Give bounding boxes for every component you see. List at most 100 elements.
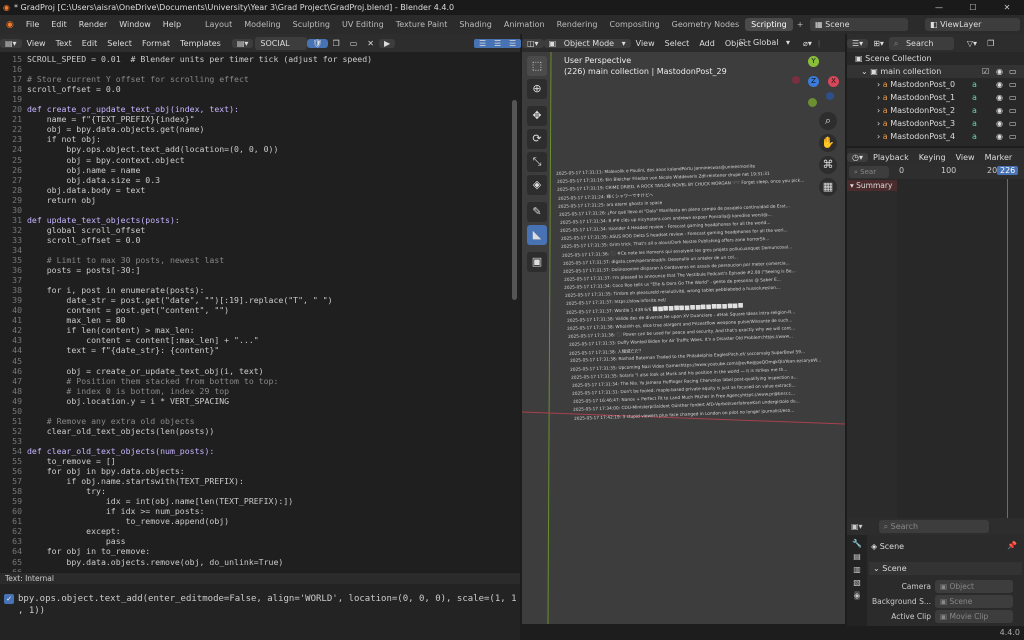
orientation-selector[interactable]: ⤧ Global ▾ bbox=[734, 38, 795, 48]
gizmo-x-icon[interactable]: X bbox=[828, 76, 839, 87]
mode-selector[interactable]: ▣ Object Mode ▾ bbox=[543, 38, 631, 48]
text-menu-edit[interactable]: Edit bbox=[77, 39, 103, 48]
text-menu-templates[interactable]: Templates bbox=[175, 39, 226, 48]
render-icon[interactable]: ▭ bbox=[1009, 91, 1017, 104]
add-workspace-button[interactable]: + bbox=[793, 20, 808, 29]
current-frame-indicator[interactable]: 226 bbox=[997, 166, 1019, 175]
code-line[interactable]: except: bbox=[27, 526, 121, 536]
scene-panel-header[interactable]: ⌄ Scene bbox=[869, 562, 1022, 575]
code-line[interactable]: # Remove any extra old objects bbox=[27, 416, 195, 426]
code-line[interactable]: obj.data.size = 0.3 bbox=[27, 175, 160, 185]
code-line[interactable]: SCROLL_SPEED = 0.01 # Blender units per … bbox=[27, 54, 372, 64]
timeline-search[interactable]: ⌕ Sear bbox=[849, 166, 889, 178]
tab-scripting[interactable]: Scripting bbox=[745, 18, 793, 31]
move-tool-icon[interactable]: ✥ bbox=[527, 106, 547, 126]
code-line[interactable]: for obj in bpy.data.objects: bbox=[27, 466, 185, 476]
code-line[interactable]: try: bbox=[27, 486, 106, 496]
code-line[interactable]: bpy.ops.object.text_add(location=(0, 0, … bbox=[27, 144, 278, 154]
filter-icon[interactable]: ▽▾ bbox=[962, 39, 982, 48]
scene-collection-row[interactable]: ▣ Scene Collection bbox=[847, 52, 1024, 65]
visibility-icon[interactable]: ◉ bbox=[996, 104, 1003, 117]
tab-sculpting[interactable]: Sculpting bbox=[287, 18, 336, 31]
code-line[interactable]: clear_old_text_objects(len(posts)) bbox=[27, 426, 215, 436]
code-line[interactable]: def update_text_objects(posts): bbox=[27, 215, 180, 225]
run-script-button[interactable]: ▶ bbox=[378, 38, 396, 48]
perspective-toggle-icon[interactable]: ▦ bbox=[819, 178, 837, 196]
checkbox-icon[interactable]: ☑ bbox=[982, 65, 989, 78]
render-icon[interactable]: ▭ bbox=[1009, 117, 1017, 130]
annotate-tool-icon[interactable]: ✎ bbox=[527, 202, 547, 222]
outliner-item[interactable]: › a MastodonPost_1 a ◉ ▭ bbox=[847, 91, 1024, 104]
outliner-item[interactable]: › a MastodonPost_0 a ◉ ▭ bbox=[847, 78, 1024, 91]
main-collection-row[interactable]: ⌄ ▣ main collection ☑ ◉ ▭ bbox=[847, 65, 1024, 78]
viewport-menu-select[interactable]: Select bbox=[660, 39, 695, 48]
tab-modeling[interactable]: Modeling bbox=[238, 18, 286, 31]
close-button[interactable]: ✕ bbox=[990, 0, 1024, 15]
outliner-search[interactable]: ⌕ Search bbox=[888, 36, 954, 50]
visibility-icon[interactable]: ◉ bbox=[996, 91, 1003, 104]
code-editor[interactable]: 15 SCROLL_SPEED = 0.01 # Blender units pe… bbox=[0, 52, 520, 572]
viewport-menu-view[interactable]: View bbox=[631, 39, 660, 48]
timeline-menu-keying[interactable]: Keying bbox=[914, 153, 951, 162]
scene-tab-icon[interactable]: ◈ bbox=[853, 591, 861, 600]
scale-tool-icon[interactable]: ⤡ bbox=[527, 152, 547, 172]
code-line[interactable]: # Limit to max 30 posts, newest last bbox=[27, 255, 224, 265]
link-icon[interactable]: ⌀▾ bbox=[798, 39, 817, 48]
code-line[interactable]: # Store current Y offset for scrolling e… bbox=[27, 74, 249, 84]
text-name-field[interactable]: SOCIAL bbox=[255, 36, 308, 50]
tool-tab-icon[interactable]: 🔧 bbox=[852, 539, 862, 548]
new-collection-icon[interactable]: ❐ bbox=[982, 39, 999, 48]
code-line[interactable]: if obj.name.startswith(TEXT_PREFIX): bbox=[27, 476, 243, 486]
pin-icon[interactable]: 📌 bbox=[1007, 541, 1017, 550]
timeline[interactable]: ⌕ Sear 0 100 20 226 ▾ Summary bbox=[847, 166, 1024, 518]
open-text-icon[interactable]: ▭ bbox=[345, 39, 363, 48]
render-tab-icon[interactable]: ▤ bbox=[853, 552, 861, 561]
tab-shading[interactable]: Shading bbox=[453, 18, 498, 31]
transform-tool-icon[interactable]: ◈ bbox=[527, 175, 547, 195]
code-line[interactable]: scroll_offset = 0.0 bbox=[27, 235, 141, 245]
navigation-gizmo[interactable]: Y X Z bbox=[790, 56, 840, 112]
visibility-icon[interactable]: ◉ bbox=[996, 65, 1003, 78]
code-line[interactable]: content = content[:max_len] + "..." bbox=[27, 335, 259, 345]
code-line[interactable]: max_len = 80 bbox=[27, 315, 125, 325]
text-menu-view[interactable]: View bbox=[22, 39, 51, 48]
code-line[interactable]: obj = bpy.context.object bbox=[27, 155, 184, 165]
outliner-item[interactable]: › a MastodonPost_3 a ◉ ▭ bbox=[847, 117, 1024, 130]
code-line[interactable]: obj = bpy.data.objects.get(name) bbox=[27, 124, 205, 134]
code-line[interactable]: obj.name = name bbox=[27, 165, 140, 175]
select-tool-icon[interactable]: ⬚ bbox=[527, 56, 547, 76]
timeline-menu-marker[interactable]: Marker bbox=[980, 153, 1018, 162]
text-menu-select[interactable]: Select bbox=[102, 39, 137, 48]
code-line[interactable]: name = f"{TEXT_PREFIX}{index}" bbox=[27, 114, 195, 124]
menu-render[interactable]: Render bbox=[73, 20, 113, 29]
viewport-editor-icon[interactable]: ◫▾ bbox=[522, 38, 544, 48]
code-line[interactable]: to_remove = [] bbox=[27, 456, 116, 466]
timeline-menu-view[interactable]: View bbox=[951, 153, 980, 162]
view-layer-tab-icon[interactable]: ▧ bbox=[853, 578, 861, 587]
viewlayer-selector[interactable]: ◧ ViewLayer bbox=[925, 18, 1020, 31]
fake-user-icon[interactable]: 🛡 bbox=[307, 38, 328, 48]
code-line[interactable]: for obj in to_remove: bbox=[27, 546, 151, 556]
text-menu-text[interactable]: Text bbox=[51, 39, 77, 48]
tab-animation[interactable]: Animation bbox=[498, 18, 551, 31]
property-field[interactable]: ▣ Object bbox=[935, 580, 1013, 593]
code-line[interactable]: def clear_old_text_objects(num_posts): bbox=[27, 446, 214, 456]
code-line[interactable]: bpy.data.objects.remove(obj, do_unlink=T… bbox=[27, 557, 283, 567]
gizmo-z-icon[interactable]: Z bbox=[808, 76, 819, 87]
code-line[interactable]: to_remove.append(obj) bbox=[27, 516, 230, 526]
outliner-item[interactable]: › a MastodonPost_2 a ◉ ▭ bbox=[847, 104, 1024, 117]
add-cube-tool-icon[interactable]: ▣ bbox=[527, 252, 547, 272]
code-scrollbar[interactable] bbox=[512, 100, 517, 300]
text-menu-format[interactable]: Format bbox=[137, 39, 175, 48]
code-line[interactable]: pass bbox=[27, 536, 126, 546]
scene-selector[interactable]: ▦ Scene bbox=[810, 18, 908, 31]
text-data-icon[interactable]: a bbox=[972, 91, 977, 104]
minimize-button[interactable]: — bbox=[922, 0, 956, 15]
menu-file[interactable]: File bbox=[20, 20, 45, 29]
measure-tool-icon[interactable]: ◣ bbox=[527, 225, 547, 245]
menu-edit[interactable]: Edit bbox=[45, 20, 73, 29]
blender-menu-icon[interactable]: ◉ bbox=[0, 20, 20, 30]
text-datablock-icon[interactable]: ▤▾ bbox=[231, 38, 254, 48]
tab-rendering[interactable]: Rendering bbox=[551, 18, 604, 31]
visibility-icon[interactable]: ◉ bbox=[996, 117, 1003, 130]
